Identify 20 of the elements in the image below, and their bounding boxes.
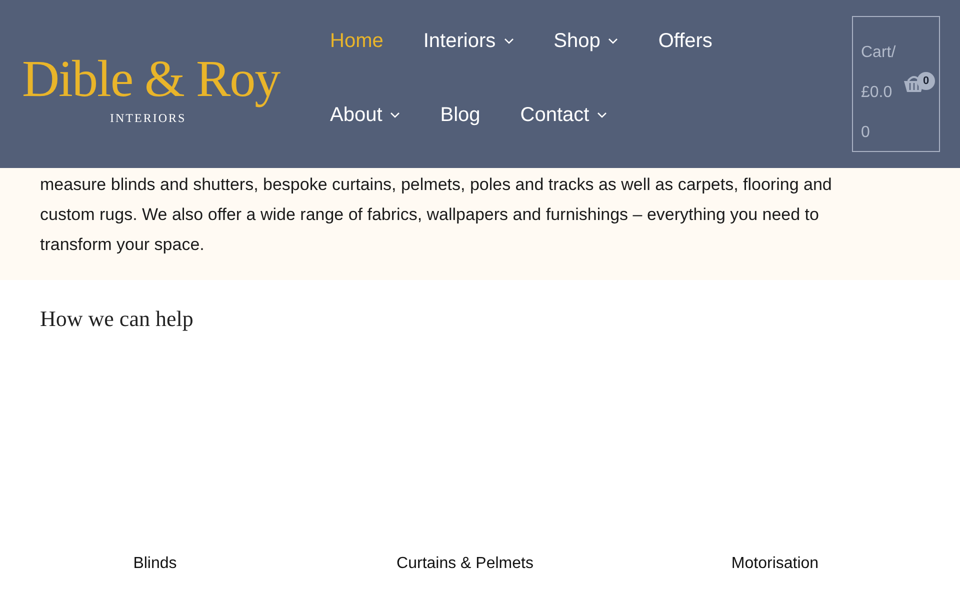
nav-link[interactable]: About [330,100,400,130]
intro-paragraph: measure blinds and shutters, bespoke curtains, pelmets, poles and tracks as well as carpets, flooring and custom rugs. We also offer a wide range of fabrics, wallpapers and furnishings – everything you need to transform your space. [40,174,833,256]
chevron-down-icon [390,112,400,118]
chevron-down-icon [608,38,618,44]
chevron-down-icon [504,38,514,44]
section-heading: How we can help [40,306,194,332]
cart-button[interactable]: Cart/ £0.0 0 0 [852,16,940,152]
nav-link[interactable]: Offers [658,26,712,56]
logo-wordmark[interactable]: Dible & Roy [22,54,322,106]
nav-link[interactable]: Home [330,26,384,56]
nav-link[interactable]: Interiors [423,26,514,56]
nav-link[interactable]: Shop [554,26,618,56]
cart-count-badge: 0 [917,72,935,90]
chevron-down-icon [597,112,608,118]
service-link[interactable]: Motorisation [731,555,819,572]
logo-tagline: INTERIORS [110,110,186,127]
service-link[interactable]: Blinds [133,555,177,572]
service-link[interactable]: Curtains & Pelmets [396,555,534,572]
nav-link[interactable]: Blog [440,100,480,130]
nav-link[interactable]: Contact [520,100,608,130]
